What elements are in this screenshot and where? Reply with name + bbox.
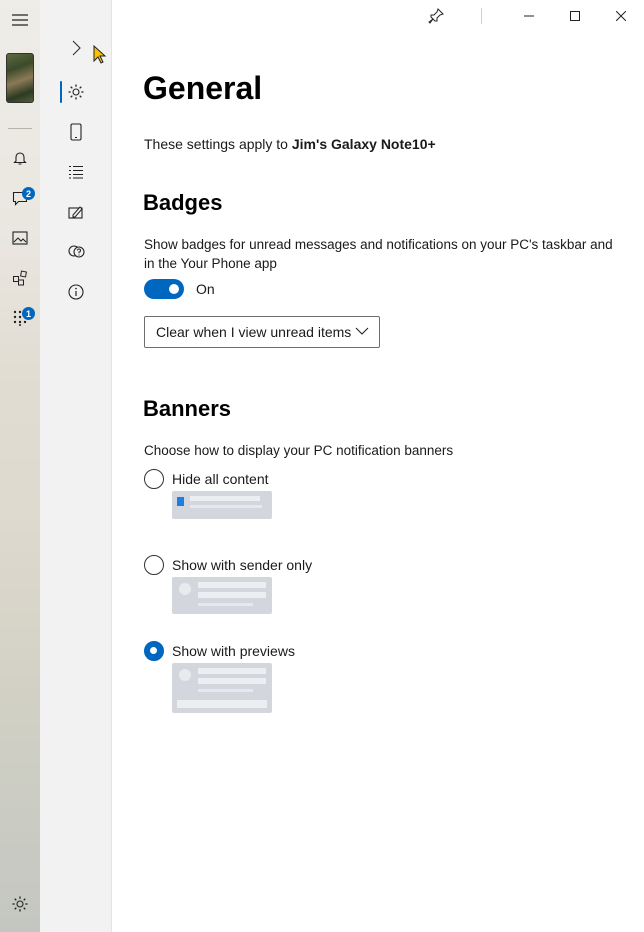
banners-description: Choose how to display your PC notificati…: [144, 443, 454, 458]
avatar-placeholder-icon: [179, 669, 191, 681]
radio-label-show-with-previews: Show with previews: [172, 643, 295, 659]
radio-label-show-with-sender-only: Show with sender only: [172, 557, 313, 573]
mouse-cursor-icon: [93, 45, 107, 64]
radio-hide-all-content[interactable]: [144, 469, 164, 489]
hamburger-menu-icon[interactable]: [0, 0, 40, 40]
photos-icon[interactable]: [0, 218, 40, 258]
radio-label-hide-all-content: Hide all content: [172, 471, 269, 487]
phone-wallpaper-thumbnail[interactable]: [6, 53, 34, 103]
page-title: General: [143, 70, 263, 106]
avatar-placeholder-icon: [179, 583, 191, 595]
dialpad-icon[interactable]: [0, 298, 40, 338]
messages-icon[interactable]: [0, 178, 40, 218]
radio-show-with-previews[interactable]: [144, 641, 164, 661]
app-rail: 2 1: [0, 0, 40, 932]
pin-icon[interactable]: [413, 0, 459, 32]
titlebar-separator: [481, 8, 482, 24]
badges-description: Show badges for unread messages and noti…: [144, 237, 613, 271]
minimize-icon[interactable]: [506, 0, 552, 32]
notifications-icon[interactable]: [0, 138, 40, 178]
nav-phone-icon[interactable]: [60, 116, 92, 148]
nav-general-gear-icon[interactable]: [60, 76, 92, 108]
settings-nav: [40, 0, 112, 932]
device-name: Jim's Galaxy Note10+: [291, 136, 436, 152]
apps-icon[interactable]: [0, 258, 40, 298]
chevron-down-icon: [355, 327, 369, 335]
messages-badge: 2: [22, 187, 35, 200]
dropdown-value: Clear when I view unread items: [156, 324, 352, 340]
close-icon[interactable]: [598, 0, 644, 32]
expand-chevron-icon[interactable]: [60, 32, 92, 64]
apps-badge: 1: [22, 307, 35, 320]
radio-show-with-sender-only[interactable]: [144, 555, 164, 575]
preview-show-with-previews: [172, 663, 272, 713]
nav-feedback-icon[interactable]: [60, 236, 92, 268]
applies-to-text: These settings apply to Jim's Galaxy Not…: [144, 136, 436, 152]
applies-prefix: These settings apply to: [144, 136, 292, 152]
preview-hide-all-content: [172, 491, 272, 519]
nav-personalize-icon[interactable]: [60, 196, 92, 228]
nav-about-info-icon[interactable]: [60, 276, 92, 308]
badges-toggle[interactable]: [144, 279, 184, 299]
app-tile-icon: [177, 497, 184, 506]
badges-heading: Badges: [143, 190, 223, 215]
nav-features-list-icon[interactable]: [60, 156, 92, 188]
banners-heading: Banners: [143, 396, 232, 421]
rail-settings-icon[interactable]: [0, 884, 40, 924]
badges-clear-dropdown[interactable]: Clear when I view unread items: [144, 316, 380, 348]
badges-toggle-label: On: [196, 281, 215, 297]
preview-show-with-sender-only: [172, 577, 272, 614]
maximize-icon[interactable]: [552, 0, 598, 32]
